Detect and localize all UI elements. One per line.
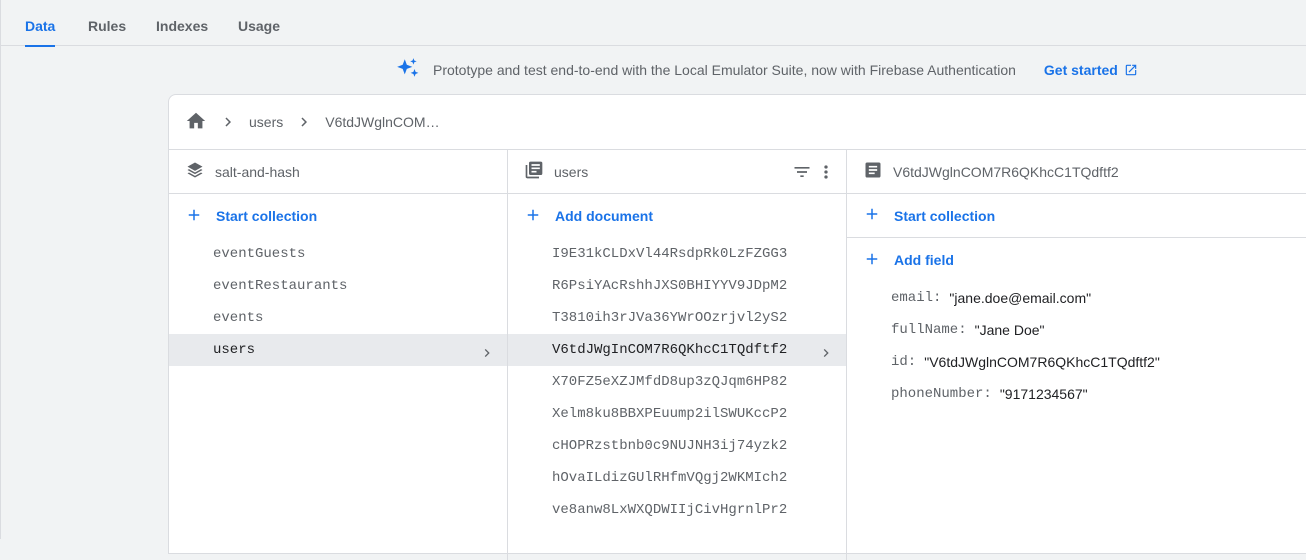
sparkle-icon [395, 56, 421, 85]
document-icon [863, 160, 883, 183]
field-key: phoneNumber: [891, 386, 992, 402]
add-document-label: Add document [555, 208, 653, 224]
document-item[interactable]: hOvaILdizGUlRHfmVQgj2WKMIch2 [508, 462, 846, 494]
collection-column: users Add document I9E31kCLDxVl44RsdpRk0… [508, 150, 847, 560]
document-label: V6tdJWgInCOM7R6QKhcC1TQdftf2 [552, 342, 788, 358]
tab-indexes[interactable]: Indexes [156, 0, 208, 46]
home-icon[interactable] [185, 110, 207, 135]
start-subcollection-button[interactable]: Start collection [847, 194, 1306, 238]
plus-icon [185, 206, 203, 227]
breadcrumb-users[interactable]: users [249, 114, 283, 130]
collection-item-selected[interactable]: users [169, 334, 507, 366]
field-key: email: [891, 290, 942, 306]
add-document-button[interactable]: Add document [508, 194, 846, 238]
database-icon [185, 160, 205, 183]
chevron-right-icon [219, 113, 237, 131]
plus-icon [524, 206, 542, 227]
breadcrumb-document[interactable]: V6tdJWglnCOM… [325, 114, 439, 130]
field-value: "Jane Doe" [974, 322, 1045, 338]
more-vert-icon[interactable] [816, 162, 836, 185]
field-key: fullName: [891, 322, 967, 338]
tab-rules[interactable]: Rules [88, 0, 126, 46]
chevron-right-icon [479, 342, 495, 374]
chevron-right-icon [295, 113, 313, 131]
root-column: salt-and-hash Start collection eventGues… [169, 150, 508, 560]
add-field-label: Add field [894, 252, 954, 268]
breadcrumb: users V6tdJWglnCOM… [169, 95, 1306, 150]
field-row[interactable]: phoneNumber: "9171234567" [847, 378, 1306, 410]
field-value: "9171234567" [999, 386, 1088, 402]
document-title: V6tdJWglnCOM7R6QKhcC1TQdftf2 [893, 163, 1119, 180]
tab-usage[interactable]: Usage [238, 0, 280, 46]
collection-header: users [508, 150, 846, 194]
tab-data[interactable]: Data [25, 0, 56, 47]
field-key: id: [891, 354, 917, 370]
project-name: salt-and-hash [215, 163, 300, 180]
collection-title: users [554, 163, 589, 180]
document-item[interactable]: X70FZ5eXZJMfdD8up3zQJqm6HP82 [508, 366, 846, 398]
collection-label: users [213, 342, 256, 358]
field-value: "jane.doe@email.com" [949, 290, 1092, 306]
collection-icon [524, 160, 544, 183]
get-started-link[interactable]: Get started [1044, 62, 1138, 78]
document-item[interactable]: ve8anw8LxWXQDWIIjCivHgrnlPr2 [508, 494, 846, 526]
start-collection-label: Start collection [216, 208, 318, 224]
document-header: V6tdJWglnCOM7R6QKhcC1TQdftf2 [847, 150, 1306, 194]
get-started-label: Get started [1043, 62, 1118, 78]
plus-icon [863, 205, 881, 226]
collection-item[interactable]: events [169, 302, 507, 334]
field-row[interactable]: id: "V6tdJWglnCOM7R6QKhcC1TQdftf2" [847, 346, 1306, 378]
document-item-selected[interactable]: V6tdJWgInCOM7R6QKhcC1TQdftf2 [508, 334, 846, 366]
root-header: salt-and-hash [169, 150, 507, 194]
field-value: "V6tdJWglnCOM7R6QKhcC1TQdftf2" [924, 354, 1160, 370]
document-item[interactable]: T3810ih3rJVa36YWrOOzrjvl2yS2 [508, 302, 846, 334]
document-item[interactable]: Xelm8ku8BBXPEuump2ilSWUKccP2 [508, 398, 846, 430]
document-item[interactable]: cHOPRzstbnb0c9NUJNH3ij74yzk2 [508, 430, 846, 462]
left-divider [0, 0, 1, 539]
document-item[interactable]: I9E31kCLDxVl44RsdpRk0LzFZGG3 [508, 238, 846, 270]
start-subcollection-label: Start collection [894, 207, 996, 224]
open-in-new-icon [1125, 64, 1137, 76]
add-field-button[interactable]: Add field [847, 238, 1306, 282]
start-collection-button[interactable]: Start collection [169, 194, 507, 238]
plus-icon [863, 250, 881, 271]
collection-item[interactable]: eventRestaurants [169, 270, 507, 302]
banner-text: Prototype and test end-to-end with the L… [433, 62, 1016, 78]
document-item[interactable]: R6PsiYAcRshhJXS0BHIYYV9JDpM2 [508, 270, 846, 302]
firestore-panel: users V6tdJWglnCOM… salt-and-hash Start … [168, 94, 1306, 560]
emulator-banner: Prototype and test end-to-end with the L… [395, 56, 1138, 84]
document-column: V6tdJWglnCOM7R6QKhcC1TQdftf2 Start colle… [847, 150, 1306, 560]
field-row[interactable]: email: "jane.doe@email.com" [847, 282, 1306, 314]
tab-bar: Data Rules Indexes Usage [0, 0, 1306, 47]
collection-item[interactable]: eventGuests [169, 238, 507, 270]
field-row[interactable]: fullName: "Jane Doe" [847, 314, 1306, 346]
filter-icon[interactable] [792, 162, 812, 185]
